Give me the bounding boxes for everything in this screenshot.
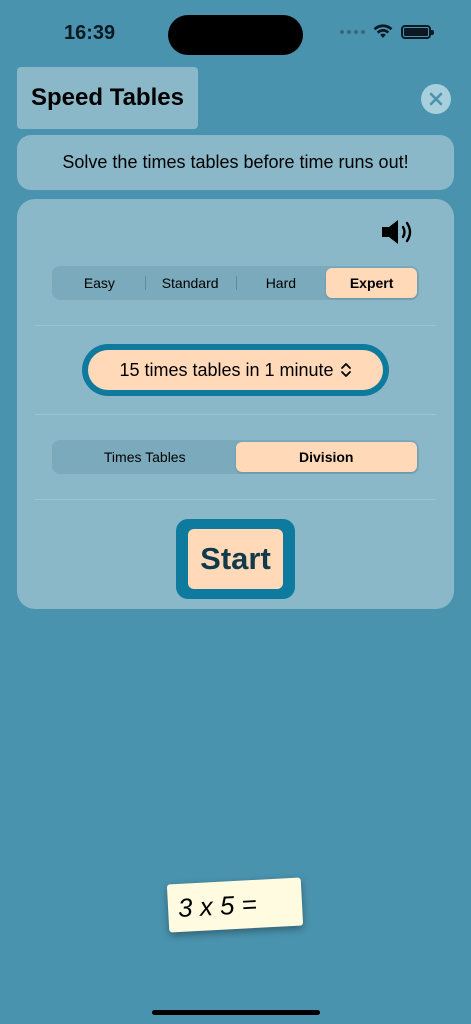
cellular-signal-icon [340,29,365,34]
status-icons [340,24,434,39]
flash-card: 3 x 5 = [166,877,304,933]
start-button-label: Start [188,529,283,589]
mode-division[interactable]: Division [235,442,417,472]
challenge-picker[interactable]: 15 times tables in 1 minute [82,344,389,396]
dynamic-island [168,15,303,55]
page-title: Speed Tables [17,67,198,129]
divider [35,414,436,415]
close-icon [429,92,443,106]
challenge-picker-value: 15 times tables in 1 minute [119,359,334,380]
status-time: 16:39 [64,22,116,44]
settings-panel: Easy Standard Hard Expert 15 times table… [17,199,454,609]
difficulty-expert[interactable]: Expert [326,268,417,298]
instructions-banner: Solve the times tables before time runs … [17,135,454,190]
mode-times-tables[interactable]: Times Tables [54,442,236,472]
home-indicator [152,1010,320,1015]
divider [35,499,436,500]
difficulty-easy[interactable]: Easy [54,268,145,298]
battery-icon [401,24,434,39]
flash-card-text: 3 x 5 = [177,888,258,923]
speaker-icon [382,220,412,244]
difficulty-standard[interactable]: Standard [144,268,236,298]
close-button[interactable] [421,84,451,114]
divider [35,325,436,326]
instructions-text: Solve the times tables before time runs … [62,152,409,172]
difficulty-hard[interactable]: Hard [235,268,327,298]
start-button[interactable]: Start [176,519,295,599]
difficulty-segmented-control: Easy Standard Hard Expert [52,266,419,300]
mode-segmented-control: Times Tables Division [52,440,419,474]
wifi-icon [373,24,393,38]
challenge-picker-face: 15 times tables in 1 minute [88,350,383,390]
speed-tables-screen: 16:39 Speed Tables Solve the times table… [0,0,471,1024]
sound-toggle-button[interactable] [380,217,416,247]
up-down-chevron-icon [340,363,351,377]
